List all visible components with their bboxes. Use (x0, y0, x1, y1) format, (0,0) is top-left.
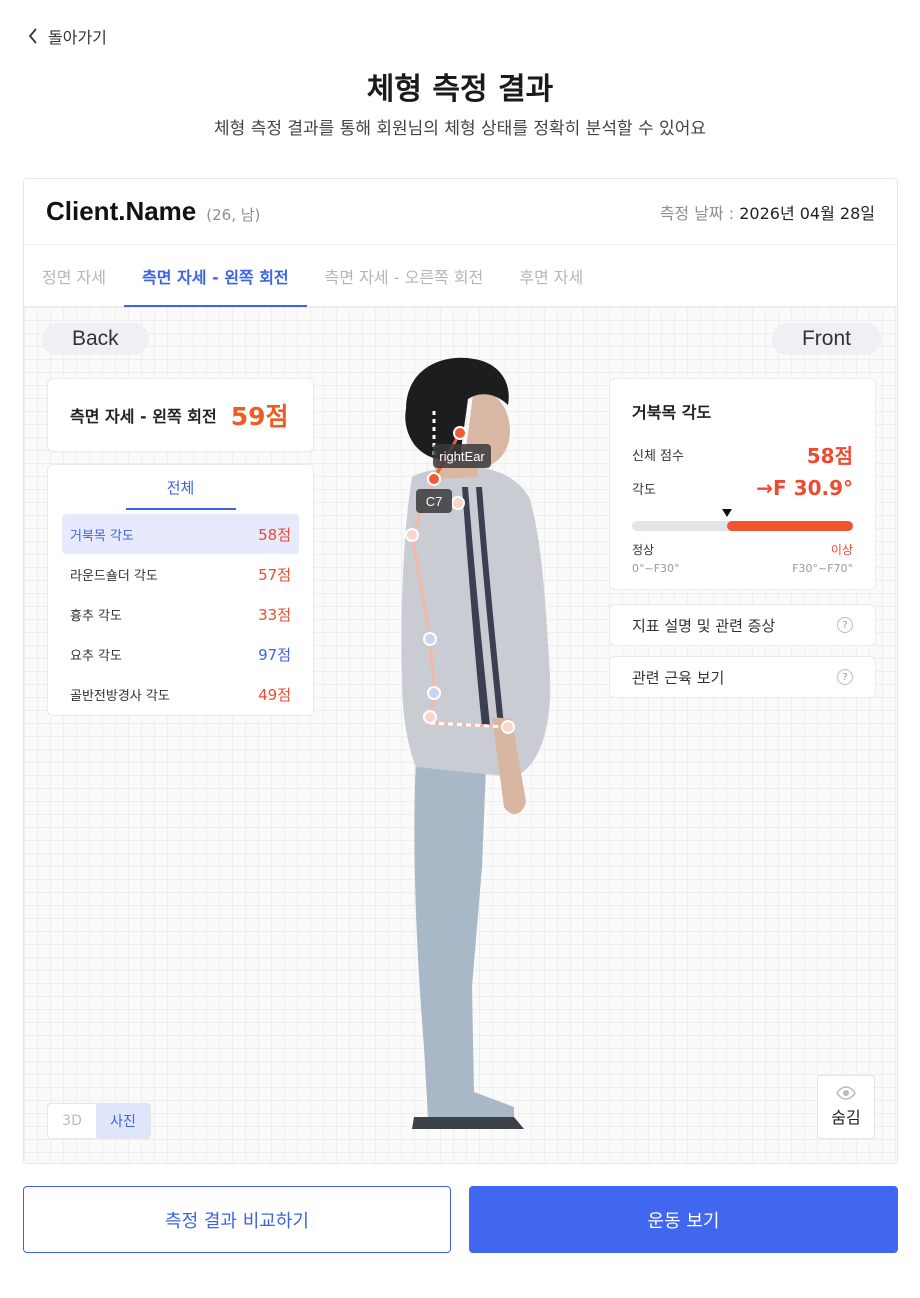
client-meta: (26, 남) (206, 206, 261, 224)
tab-side-right[interactable]: 측면 자세 - 오른쪽 회전 (307, 245, 502, 307)
measure-date: 측정 날짜 : 2026년 04월 28일 (660, 200, 875, 224)
metric-value: 49점 (258, 685, 291, 704)
metric-item-round-shoulder[interactable]: 라운드숄더 각도 57점 (62, 554, 299, 594)
client-header: Client.Name (26, 남) 측정 날짜 : 2026년 04월 28… (24, 179, 897, 245)
detail-title: 거북목 각도 (632, 403, 712, 422)
related-muscles-button[interactable]: 관련 근육 보기 ? (609, 656, 876, 698)
metric-item-lumbar[interactable]: 요추 각도 97점 (62, 634, 299, 674)
back-direction-label: Back (42, 323, 149, 355)
body-photo-silhouette (401, 357, 551, 1129)
detail-score-row: 신체 점수 58점 (632, 437, 853, 471)
client-name: Client.Name (46, 196, 197, 226)
gauge-ranges: 0°~F30° F30°~F70° (632, 562, 853, 575)
tab-all-metrics[interactable]: 전체 (125, 473, 236, 510)
c7-landmark (427, 472, 441, 486)
gauge-over-range-fill (727, 521, 853, 531)
related-muscles-label: 관련 근육 보기 (632, 668, 725, 687)
tab-back-posture[interactable]: 후면 자세 (501, 245, 601, 307)
right-ear-tag: rightEar (439, 449, 485, 464)
page-title: 체형 측정 결과 (366, 72, 554, 107)
view-photo-option[interactable]: 사진 (96, 1104, 150, 1138)
help-icon: ? (837, 669, 853, 685)
detail-score-value: 58점 (806, 443, 853, 468)
detail-angle-label: 각도 (632, 482, 656, 498)
metric-list: 거북목 각도 58점 라운드숄더 각도 57점 흉추 각도 33점 요추 각도 … (62, 514, 299, 714)
measure-date-label: 측정 날짜 : (659, 203, 740, 223)
metric-value: 33점 (258, 605, 291, 624)
hide-label: 숨김 (831, 1108, 861, 1127)
metric-label: 라운드숄더 각도 (70, 568, 158, 584)
detail-angle-row: 각도 →F 30.9° (632, 471, 853, 505)
gauge-over-label: 이상 (830, 543, 853, 557)
metric-item-pelvic-tilt[interactable]: 골반전방경사 각도 49점 (62, 674, 299, 714)
page-subtitle: 체형 측정 결과를 통해 회원님의 체형 상태를 정확히 분석할 수 있어요 (214, 119, 706, 139)
metric-description-label: 지표 설명 및 관련 증상 (632, 616, 776, 635)
metric-label: 거북목 각도 (70, 528, 134, 544)
metric-value: 97점 (258, 645, 291, 664)
view-exercise-button[interactable]: 운동 보기 (469, 1186, 898, 1253)
posture-score-value: 59점 (230, 402, 289, 431)
result-card: Client.Name (26, 남) 측정 날짜 : 2026년 04월 28… (23, 178, 898, 1164)
right-ear-landmark (453, 426, 467, 440)
help-icon: ? (837, 617, 853, 633)
posture-figure: rightEar C7 (401, 357, 551, 1129)
posture-tabs: 정면 자세 측면 자세 - 왼쪽 회전 측면 자세 - 오른쪽 회전 후면 자세 (24, 245, 897, 308)
posture-score-card: 측면 자세 - 왼쪽 회전 59점 (47, 378, 314, 452)
c7-tag: C7 (426, 494, 443, 509)
gauge-normal-label: 정상 (632, 543, 655, 557)
metric-value: 57점 (258, 565, 291, 584)
chevron-left-icon (28, 28, 37, 44)
gauge-marker (722, 509, 733, 517)
posture-score-label: 측면 자세 - 왼쪽 회전 (70, 407, 217, 426)
metric-item-neck[interactable]: 거북목 각도 58점 (62, 514, 299, 554)
view-3d-option[interactable]: 3D (48, 1104, 96, 1138)
metric-label: 골반전방경사 각도 (70, 688, 170, 704)
angle-gauge (632, 509, 853, 531)
back-label: 돌아가기 (48, 28, 107, 47)
tab-front-posture[interactable]: 정면 자세 (24, 245, 124, 307)
metric-item-thoracic[interactable]: 흉추 각도 33점 (62, 594, 299, 634)
compare-results-button[interactable]: 측정 결과 비교하기 (23, 1186, 451, 1253)
detail-score-label: 신체 점수 (632, 448, 684, 464)
client-info: Client.Name (26, 남) (46, 196, 260, 227)
metric-list-card: 전체 거북목 각도 58점 라운드숄더 각도 57점 흉추 각도 33점 요추 … (47, 464, 314, 716)
view-mode-toggle: 3D 사진 (47, 1103, 151, 1139)
metric-label: 요추 각도 (70, 648, 122, 664)
eye-icon (836, 1086, 856, 1100)
gauge-normal-range: 0°~F30° (632, 562, 680, 575)
posture-viewport: Back Front 측면 자세 - 왼쪽 회전 59점 전체 거북목 각도 5… (24, 307, 897, 1163)
metric-label: 흉추 각도 (70, 608, 122, 624)
back-link[interactable]: 돌아가기 (28, 24, 107, 48)
gauge-labels: 정상 이상 (632, 541, 853, 558)
measure-date-value: 2026년 04월 28일 (739, 203, 875, 223)
tab-side-left[interactable]: 측면 자세 - 왼쪽 회전 (123, 245, 307, 308)
gauge-over-range: F30°~F70° (792, 562, 853, 575)
detail-angle-value: →F 30.9° (756, 476, 853, 500)
metric-detail-card: 거북목 각도 신체 점수 58점 각도 →F 30.9° 정상 이상 0°~F3… (609, 378, 876, 590)
hide-overlay-button[interactable]: 숨김 (817, 1075, 875, 1139)
metric-value: 58점 (258, 525, 291, 544)
metric-description-button[interactable]: 지표 설명 및 관련 증상 ? (609, 604, 876, 646)
front-direction-label: Front (771, 323, 881, 355)
